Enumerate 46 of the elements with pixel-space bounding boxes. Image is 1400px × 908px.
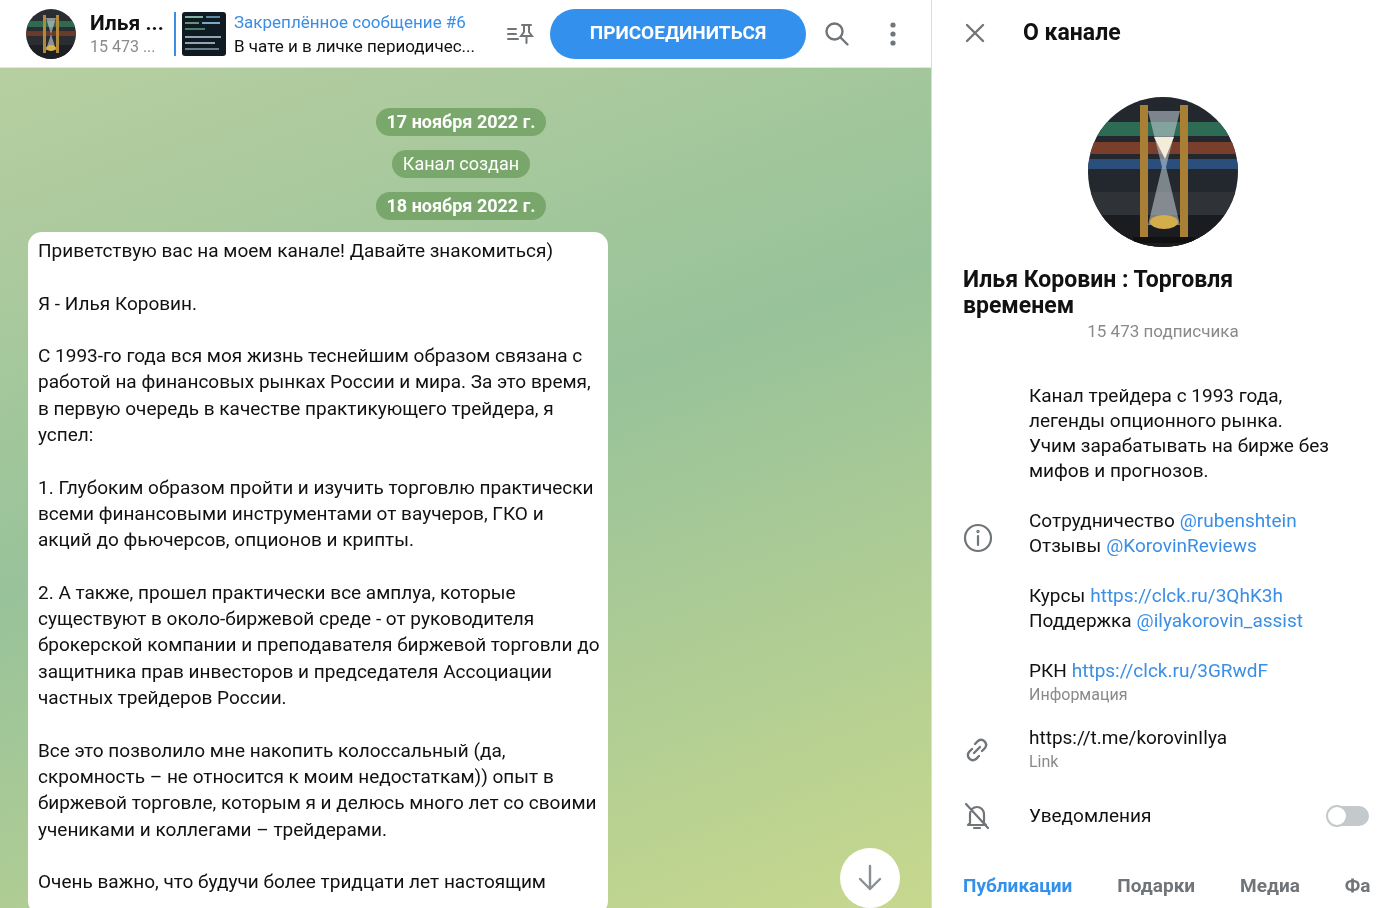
info-link[interactable]: @KorovinReviews: [1106, 534, 1257, 557]
info-label: РКН: [1029, 659, 1067, 682]
message-paragraph: Все это позволило мне накопить колоссальный (да, скромность – не относится к моим недостаткам)) опыт в биржевой торговле, которым я и делюсь много лет со своими учениками и коллегами – трейдерами.: [38, 737, 598, 843]
tab[interactable]: Медиа: [1240, 872, 1300, 907]
muted-bell-icon: [963, 801, 991, 831]
join-button[interactable]: ПРИСОЕДИНИТЬСЯ: [550, 8, 806, 59]
message-paragraph: Очень важно, что будучи более тридцати лет настоящим: [38, 869, 547, 896]
date-label: 17 ноября 2022 г.: [375, 108, 547, 136]
date-label: 18 ноября 2022 г.: [375, 192, 547, 220]
channel-description: Канал трейдера с 1993 года, легенды опционного рынка. Учим зарабатывать на бирже без мифов и прогнозов.: [1029, 383, 1330, 483]
channel-name: Илья Коровин : Торговля временем: [963, 267, 1235, 319]
notifications-label: Уведомления: [1029, 802, 1153, 829]
notifications-toggle[interactable]: [1327, 806, 1369, 826]
channel-link[interactable]: https://t.me/korovinIlya: [1029, 725, 1228, 750]
message-paragraph: Приветствую вас на моем канале! Давайте знакомиться): [38, 238, 555, 264]
info-caption: Информация: [1029, 684, 1129, 706]
service-message: Канал создан: [391, 150, 531, 178]
info-link[interactable]: https://clck.ru/3GRwdF: [1071, 659, 1269, 682]
info-label: Поддержка: [1029, 609, 1132, 632]
subscriber-count: 15 473 ...: [90, 35, 157, 58]
tab[interactable]: Фа: [1344, 872, 1371, 907]
link-caption: Link: [1029, 751, 1060, 773]
info-link[interactable]: @ilyakorovin_assist: [1136, 609, 1303, 632]
panel-title: О канале: [1023, 17, 1121, 48]
arrow-down-icon: [857, 864, 883, 892]
search-icon[interactable]: [824, 20, 850, 47]
info-icon: [963, 523, 993, 553]
scroll-down-button[interactable]: [840, 848, 900, 908]
close-icon[interactable]: [965, 23, 985, 43]
message-paragraph: С 1993-го года вся моя жизнь теснейшим образом связана с работой на финансовых рынках России и мира. За это время, в первую очередь в качестве практикующего трейдера, я успел:: [38, 343, 592, 449]
info-label: Отзывы: [1029, 534, 1102, 557]
pinned-message-text[interactable]: В чате и в личке периодичес...: [234, 33, 494, 58]
message-paragraph: 2. А также, прошел практически все амплуа, которые существуют в около-биржевой среде - от руководителя брокерской компании и преподавателя биржевой торговли до защитника прав инвесторов и председателя Ассоциации частных трейдеров России.: [38, 579, 600, 712]
info-link[interactable]: @rubenshtein: [1179, 509, 1297, 532]
message-paragraph: 1. Глубоким образом пройти и изучить торговлю практически всеми финансовыми инструментами от ваучеров, ГКО и акций до фьючерсов, опционов и крипты.: [38, 474, 595, 554]
more-icon[interactable]: [890, 21, 896, 46]
tab[interactable]: Подарки: [1117, 872, 1196, 907]
pinned-message-title[interactable]: Закреплённое сообщение #6: [234, 9, 494, 34]
channel-title: Илья ...: [90, 9, 165, 36]
info-label: Курсы: [1029, 584, 1086, 607]
message-paragraph: Я - Илья Коровин.: [38, 290, 199, 317]
info-label: Сотрудничество: [1029, 509, 1175, 532]
pinned-list-icon[interactable]: [506, 21, 534, 46]
info-link[interactable]: https://clck.ru/3QhK3h: [1090, 584, 1283, 607]
subscriber-count: 15 473 подписчика: [1086, 320, 1240, 343]
tab[interactable]: Публикации: [963, 872, 1073, 907]
